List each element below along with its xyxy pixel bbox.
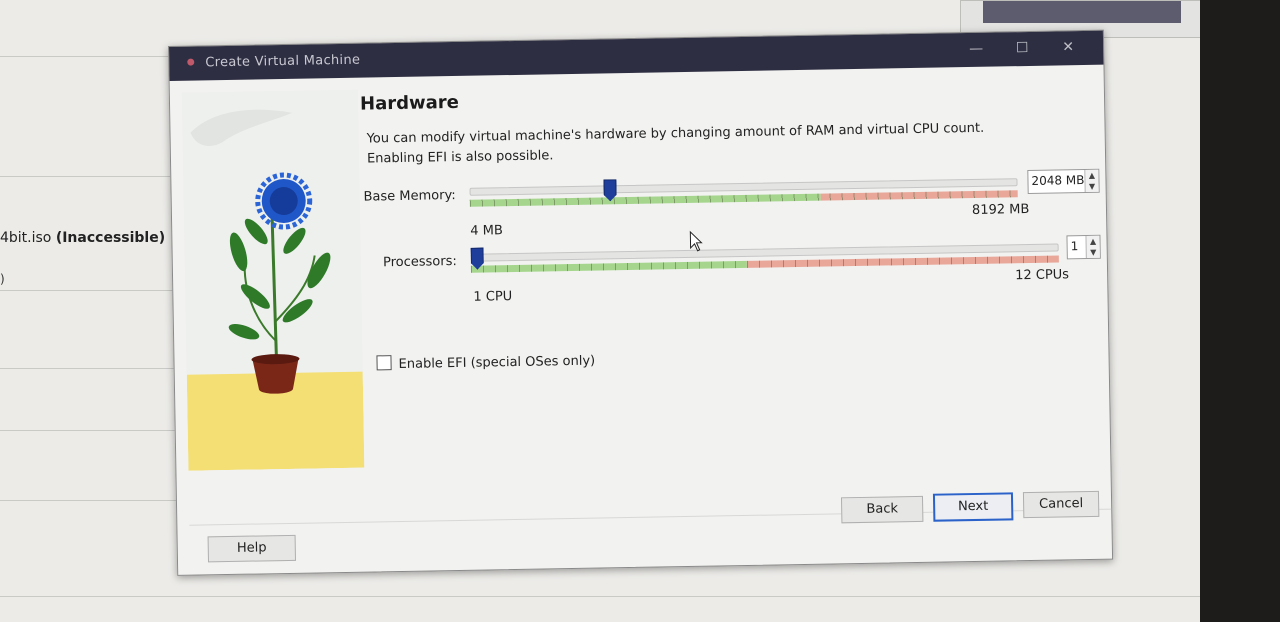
processors-value[interactable]: 1: [1071, 239, 1079, 253]
hardware-page: Hardware You can modify virtual machine'…: [360, 77, 1107, 510]
processors-min-label: 1 CPU: [473, 289, 513, 305]
app-icon: [187, 58, 195, 66]
bg-iso-filename: 4bit.iso: [0, 230, 52, 246]
processors-max-label: 12 CPUs: [1015, 267, 1070, 284]
base-memory-value[interactable]: 2048 MB: [1031, 173, 1084, 188]
screen-bezel: [1200, 0, 1280, 622]
bg-iso-entry[interactable]: 4bit.iso (Inaccessible): [0, 230, 165, 246]
mouse-cursor-icon: [689, 230, 703, 252]
processors-label: Processors:: [382, 253, 457, 271]
memory-min-label: 4 MB: [470, 223, 503, 239]
spin-arrows-icon[interactable]: ▲ ▼: [1085, 235, 1100, 259]
next-button[interactable]: Next: [932, 492, 1014, 522]
minimize-icon[interactable]: —: [959, 37, 993, 62]
maximize-icon[interactable]: ☐: [1005, 36, 1039, 61]
bg-divider: [0, 176, 170, 177]
memory-max-label: 8192 MB: [971, 201, 1030, 218]
bg-divider: [0, 290, 185, 291]
bg-divider: [0, 430, 185, 431]
bg-divider: [0, 368, 185, 369]
bg-paren: ): [0, 272, 5, 286]
bg-divider: [0, 596, 1200, 597]
checkbox-box[interactable]: [376, 355, 392, 371]
back-button[interactable]: Back: [840, 495, 924, 524]
cancel-button[interactable]: Cancel: [1022, 490, 1100, 519]
page-description: You can modify virtual machine's hardwar…: [366, 120, 985, 167]
bg-divider: [0, 56, 170, 57]
page-title: Hardware: [359, 91, 460, 115]
bg-inaccessible-label: (Inaccessible): [55, 230, 166, 246]
enable-efi-label: Enable EFI (special OSes only): [398, 353, 596, 373]
base-memory-label: Base Memory:: [363, 188, 456, 205]
help-button[interactable]: Help: [207, 534, 297, 563]
processors-slider[interactable]: [471, 239, 1059, 275]
wizard-flower-illustration: [181, 89, 365, 471]
base-memory-slider[interactable]: [469, 174, 1018, 210]
enable-efi-checkbox[interactable]: Enable EFI (special OSes only): [376, 352, 595, 373]
spin-arrows-icon[interactable]: ▲ ▼: [1084, 169, 1099, 193]
processors-spinbox[interactable]: 1 ▲ ▼: [1066, 234, 1101, 260]
base-memory-spinbox[interactable]: 2048 MB ▲ ▼: [1027, 168, 1100, 195]
dialog-title: Create Virtual Machine: [205, 52, 361, 71]
bg-divider: [0, 500, 185, 501]
close-icon[interactable]: ✕: [1051, 35, 1085, 60]
create-vm-dialog: Create Virtual Machine — ☐ ✕ Hardware Yo…: [168, 29, 1114, 576]
